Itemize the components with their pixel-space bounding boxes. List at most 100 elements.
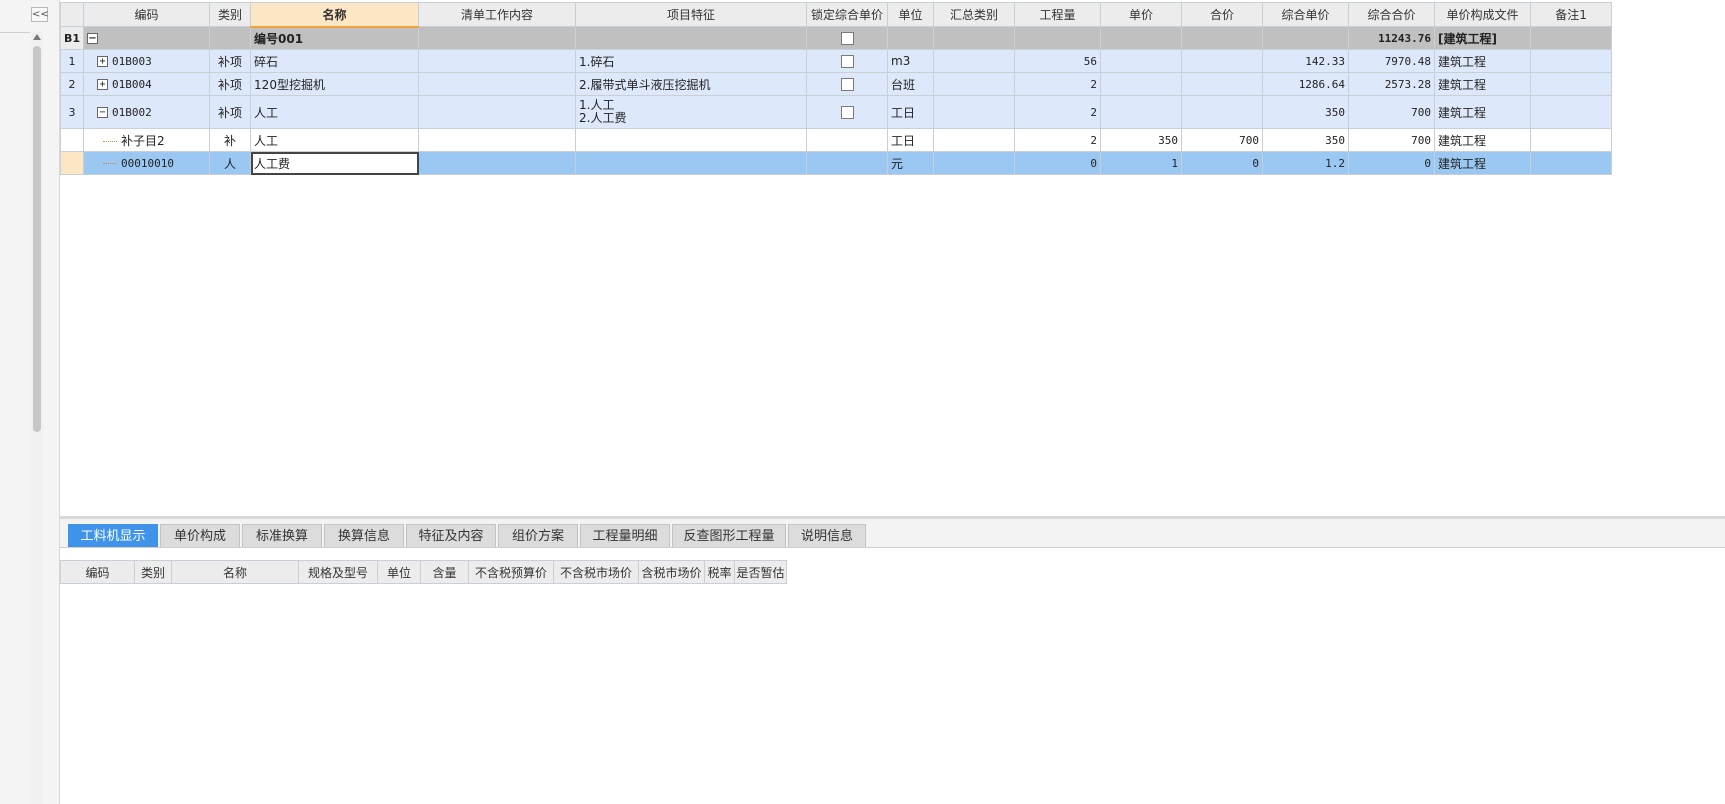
res-header-budget-price[interactable]: 不含税预算价 xyxy=(468,560,554,584)
qty-cell[interactable]: 0 xyxy=(1014,151,1102,175)
qty-cell[interactable]: 2 xyxy=(1014,95,1102,129)
res-header-content[interactable]: 含量 xyxy=(420,560,469,584)
summary-cell[interactable] xyxy=(933,26,1016,50)
header-quantity[interactable]: 工程量 xyxy=(1014,2,1102,27)
vertical-scrollbar[interactable] xyxy=(31,32,43,804)
item-row[interactable]: 3 −01B002 补项 人工 1.人工 2.人工费 工日 2 350 700 建… xyxy=(59,95,1613,129)
unit-cell[interactable]: 元 xyxy=(887,151,935,175)
scrollbar-thumb[interactable] xyxy=(33,46,41,432)
collapse-panel-button[interactable]: << xyxy=(31,7,49,22)
file-cell[interactable]: 建筑工程 xyxy=(1434,151,1532,175)
code-cell[interactable]: +01B003 xyxy=(83,49,211,73)
work-content-cell[interactable] xyxy=(418,49,577,73)
lock-checkbox[interactable] xyxy=(840,32,854,45)
header-remark[interactable]: 备注1 xyxy=(1530,2,1613,27)
header-unit[interactable]: 单位 xyxy=(887,2,935,27)
feature-cell[interactable] xyxy=(575,128,808,152)
lock-cell[interactable] xyxy=(806,95,889,129)
file-cell[interactable]: 建筑工程 xyxy=(1434,128,1532,152)
file-cell[interactable]: 建筑工程 xyxy=(1434,72,1532,96)
name-cell[interactable]: 编号001 xyxy=(250,26,420,50)
unit-price-cell[interactable] xyxy=(1262,26,1350,50)
lock-checkbox[interactable] xyxy=(840,106,854,119)
unit-price-cell[interactable]: 1286.64 xyxy=(1262,72,1350,96)
tab-standard-conversion[interactable]: 标准换算 xyxy=(242,524,322,547)
header-lock-price[interactable]: 锁定综合单价 xyxy=(806,2,889,27)
work-content-cell[interactable] xyxy=(418,151,577,175)
type-cell[interactable]: 补项 xyxy=(209,72,252,96)
feature-cell[interactable]: 2.履带式单斗液压挖掘机 xyxy=(575,72,808,96)
total-cell[interactable]: 700 xyxy=(1348,128,1436,152)
header-code[interactable]: 编码 xyxy=(83,2,211,27)
res-header-type[interactable]: 类别 xyxy=(134,560,172,584)
sum-cell[interactable] xyxy=(1181,95,1264,129)
tab-description[interactable]: 说明信息 xyxy=(788,524,866,547)
collapse-icon[interactable]: − xyxy=(87,33,99,44)
lock-cell[interactable] xyxy=(806,26,889,50)
name-cell[interactable]: 人工 xyxy=(250,128,420,152)
remark-cell[interactable] xyxy=(1530,95,1613,129)
collapse-icon[interactable]: − xyxy=(97,107,109,118)
price-cell[interactable] xyxy=(1100,95,1183,129)
type-cell[interactable]: 补项 xyxy=(209,95,252,129)
qty-cell[interactable] xyxy=(1014,26,1102,50)
sum-cell[interactable] xyxy=(1181,49,1264,73)
lock-checkbox[interactable] xyxy=(840,78,854,91)
header-type[interactable]: 类别 xyxy=(209,2,252,27)
header-price[interactable]: 单价 xyxy=(1100,2,1183,27)
type-cell[interactable]: 补项 xyxy=(209,49,252,73)
item-row[interactable]: 1 +01B003 补项 碎石 1.碎石 m3 56 142.33 7970.4… xyxy=(59,49,1613,73)
tab-feature-content[interactable]: 特征及内容 xyxy=(406,524,496,547)
lock-checkbox[interactable] xyxy=(840,55,854,68)
tab-conversion-info[interactable]: 换算信息 xyxy=(324,524,404,547)
feature-cell[interactable]: 1.碎石 xyxy=(575,49,808,73)
tab-reverse-quantity[interactable]: 反查图形工程量 xyxy=(672,524,786,547)
summary-cell[interactable] xyxy=(933,151,1016,175)
price-cell[interactable]: 1 xyxy=(1100,151,1183,175)
name-cell[interactable]: 人工 xyxy=(250,95,420,129)
total-cell[interactable]: 0 xyxy=(1348,151,1436,175)
unit-cell[interactable] xyxy=(887,26,935,50)
unit-cell[interactable]: 台班 xyxy=(887,72,935,96)
file-cell[interactable]: 建筑工程 xyxy=(1434,49,1532,73)
total-cell[interactable]: 7970.48 xyxy=(1348,49,1436,73)
summary-cell[interactable] xyxy=(933,72,1016,96)
header-name[interactable]: 名称 xyxy=(250,2,420,28)
selected-resource-row[interactable]: 00010010 人 人工费 元 0 1 0 1.2 0 建筑工程 xyxy=(59,151,1613,175)
lock-cell[interactable] xyxy=(806,151,889,175)
res-header-spec[interactable]: 规格及型号 xyxy=(298,560,378,584)
tab-pricing-plan[interactable]: 组价方案 xyxy=(498,524,578,547)
price-cell[interactable] xyxy=(1100,49,1183,73)
name-cell[interactable]: 碎石 xyxy=(250,49,420,73)
res-header-name[interactable]: 名称 xyxy=(171,560,299,584)
header-summary-type[interactable]: 汇总类别 xyxy=(933,2,1016,27)
res-header-provisional[interactable]: 是否暂估 xyxy=(734,560,787,584)
sum-cell[interactable] xyxy=(1181,26,1264,50)
price-cell[interactable] xyxy=(1100,26,1183,50)
work-content-cell[interactable] xyxy=(418,95,577,129)
work-content-cell[interactable] xyxy=(418,128,577,152)
type-cell[interactable]: 人 xyxy=(209,151,252,175)
unit-price-cell[interactable]: 350 xyxy=(1262,128,1350,152)
code-cell[interactable]: −01B002 xyxy=(83,95,211,129)
tab-labor-material-machine[interactable]: 工料机显示 xyxy=(68,524,158,547)
res-header-code[interactable]: 编码 xyxy=(60,560,135,584)
header-price-file[interactable]: 单价构成文件 xyxy=(1434,2,1532,27)
unit-price-cell[interactable]: 350 xyxy=(1262,95,1350,129)
file-cell[interactable]: 建筑工程 xyxy=(1434,95,1532,129)
scroll-up-arrow-icon[interactable] xyxy=(33,34,41,40)
remark-cell[interactable] xyxy=(1530,26,1613,50)
feature-cell[interactable] xyxy=(575,151,808,175)
file-cell[interactable]: [建筑工程] xyxy=(1434,26,1532,50)
item-row[interactable]: 2 +01B004 补项 120型挖掘机 2.履带式单斗液压挖掘机 台班 2 1… xyxy=(59,72,1613,96)
summary-cell[interactable] xyxy=(933,128,1016,152)
header-unit-price[interactable]: 综合单价 xyxy=(1262,2,1350,27)
price-cell[interactable] xyxy=(1100,72,1183,96)
unit-price-cell[interactable]: 1.2 xyxy=(1262,151,1350,175)
code-cell[interactable]: − xyxy=(83,26,211,50)
group-row[interactable]: B1 − 编号001 11243.76 [建筑工程] xyxy=(59,26,1613,50)
header-work-content[interactable]: 清单工作内容 xyxy=(418,2,577,27)
unit-price-cell[interactable]: 142.33 xyxy=(1262,49,1350,73)
qty-cell[interactable]: 56 xyxy=(1014,49,1102,73)
res-header-market-price[interactable]: 不含税市场价 xyxy=(553,560,639,584)
